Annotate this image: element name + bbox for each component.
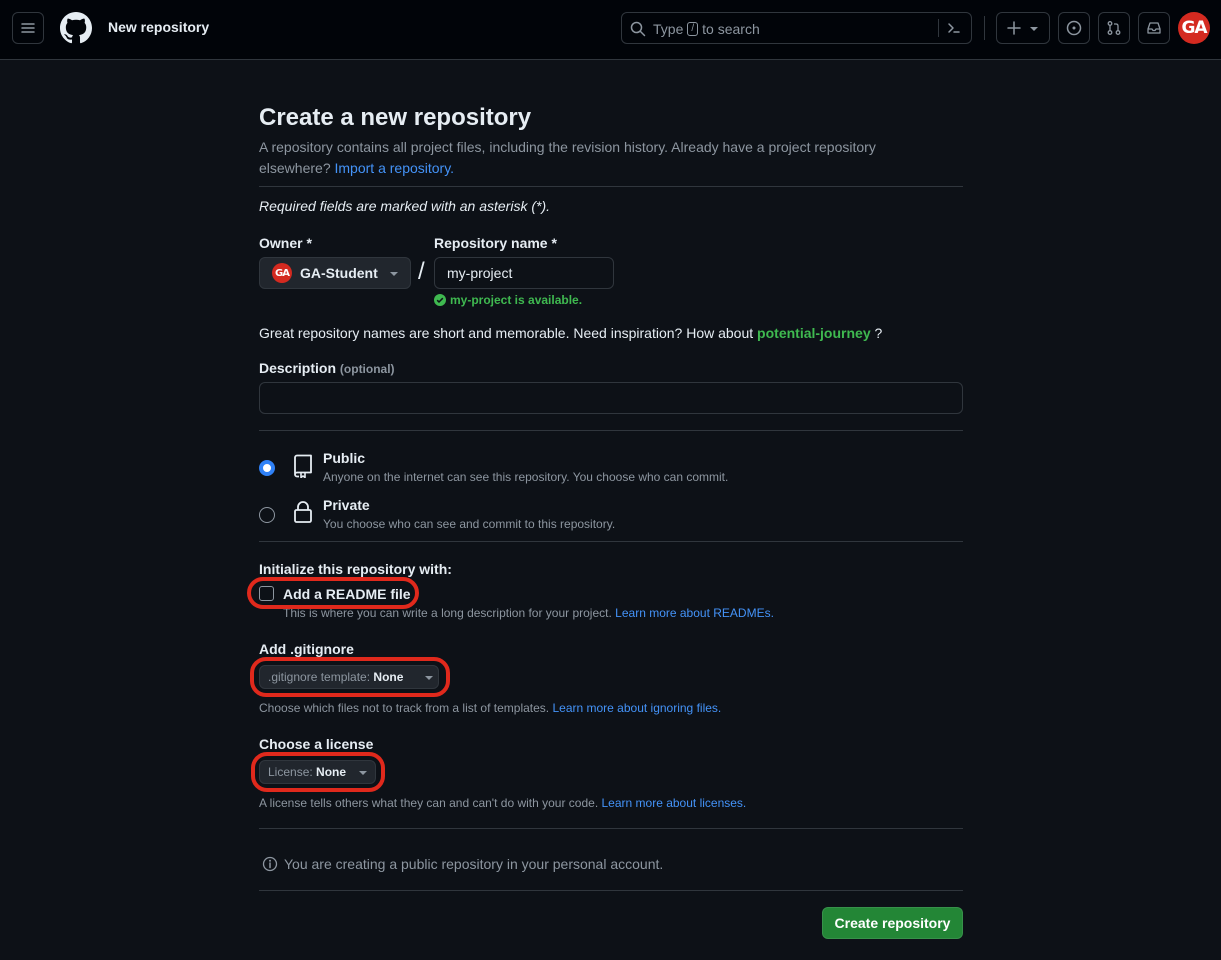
create-repository-button[interactable]: Create repository: [822, 907, 963, 939]
description-input[interactable]: [259, 382, 963, 414]
gitignore-hint-text: Choose which files not to track from a l…: [259, 701, 550, 715]
divider: [259, 430, 963, 431]
owner-repo-separator: /: [418, 258, 425, 285]
search-input[interactable]: Type / to search: [621, 12, 972, 44]
git-pull-request-icon: [1107, 21, 1121, 35]
repo-icon: [294, 454, 312, 478]
owner-avatar: GA: [272, 263, 292, 283]
private-radio[interactable]: [259, 507, 275, 523]
availability-text: my-project is available.: [450, 293, 583, 307]
gitignore-hint: Choose which files not to track from a l…: [259, 701, 721, 715]
import-repository-link[interactable]: Import a repository.: [335, 160, 455, 176]
license-learn-more-link[interactable]: Learn more about licenses.: [602, 796, 747, 810]
notice-text: You are creating a public repository in …: [284, 856, 664, 872]
suggestion-text: Great repository names are short and mem…: [259, 325, 754, 341]
header-page-title: New repository: [108, 19, 210, 35]
top-header: New repository Type / to search GA: [0, 0, 1221, 60]
search-shortcut-key: /: [687, 22, 699, 36]
public-radio[interactable]: [259, 460, 275, 476]
command-palette-icon[interactable]: [946, 20, 962, 36]
divider: [259, 186, 963, 187]
private-description: You choose who can see and commit to thi…: [323, 517, 616, 531]
optional-tag: (optional): [339, 362, 395, 376]
pull-requests-button[interactable]: [1098, 12, 1130, 44]
create-new-button[interactable]: [996, 12, 1050, 44]
page-title: Create a new repository: [259, 104, 532, 131]
description-label: Description (optional): [259, 360, 395, 376]
required-note: Required fields are marked with an aster…: [259, 198, 551, 214]
license-heading: Choose a license: [259, 736, 374, 752]
availability-message: my-project is available.: [434, 293, 582, 307]
github-logo-icon[interactable]: [60, 12, 92, 44]
readme-learn-more-link[interactable]: Learn more about READMEs.: [615, 606, 774, 620]
check-circle-icon: [434, 294, 446, 306]
inbox-icon: [1147, 22, 1161, 34]
user-avatar[interactable]: GA: [1178, 12, 1210, 44]
repository-name-label: Repository name *: [434, 235, 557, 251]
page-intro: A repository contains all project files,…: [259, 137, 939, 179]
search-placeholder: Type / to search: [653, 21, 760, 37]
annotation-highlight-license: [251, 752, 385, 792]
suggested-name-link[interactable]: potential-journey: [757, 325, 871, 341]
issues-button[interactable]: [1058, 12, 1090, 44]
chevron-down-icon: [1030, 27, 1038, 31]
description-label-text: Description: [259, 360, 337, 376]
public-notice: You are creating a public repository in …: [262, 856, 663, 872]
owner-value: GA-Student: [300, 265, 378, 281]
issue-opened-icon: [1066, 20, 1082, 36]
license-hint: A license tells others what they can and…: [259, 796, 746, 810]
license-hint-text: A license tells others what they can and…: [259, 796, 599, 810]
search-icon: [630, 21, 646, 37]
gitignore-heading: Add .gitignore: [259, 641, 354, 657]
hamburger-menu-button[interactable]: [12, 12, 44, 44]
annotation-highlight-readme: [247, 577, 419, 609]
owner-label: Owner *: [259, 235, 312, 251]
lock-icon: [294, 501, 312, 523]
public-description: Anyone on the internet can see this repo…: [323, 470, 729, 484]
chevron-down-icon: [390, 272, 398, 276]
suggestion-suffix: ?: [874, 325, 883, 341]
name-suggestion: Great repository names are short and mem…: [259, 325, 882, 341]
initialize-heading: Initialize this repository with:: [259, 561, 452, 577]
owner-dropdown[interactable]: GA GA-Student: [259, 257, 411, 289]
divider: [259, 541, 963, 542]
repository-name-input[interactable]: my-project: [434, 257, 614, 289]
plus-icon: [1007, 21, 1021, 35]
info-icon: [262, 856, 278, 872]
search-suffix: to search: [702, 21, 760, 37]
search-divider: [938, 19, 939, 37]
annotation-highlight-gitignore: [250, 657, 450, 697]
hamburger-icon: [21, 23, 35, 33]
inbox-button[interactable]: [1138, 12, 1170, 44]
divider: [259, 890, 963, 891]
header-divider: [984, 16, 985, 40]
search-prefix: Type: [653, 21, 684, 37]
private-title: Private: [323, 497, 370, 513]
gitignore-learn-more-link[interactable]: Learn more about ignoring files.: [552, 701, 721, 715]
public-title: Public: [323, 450, 366, 466]
divider: [259, 828, 963, 829]
